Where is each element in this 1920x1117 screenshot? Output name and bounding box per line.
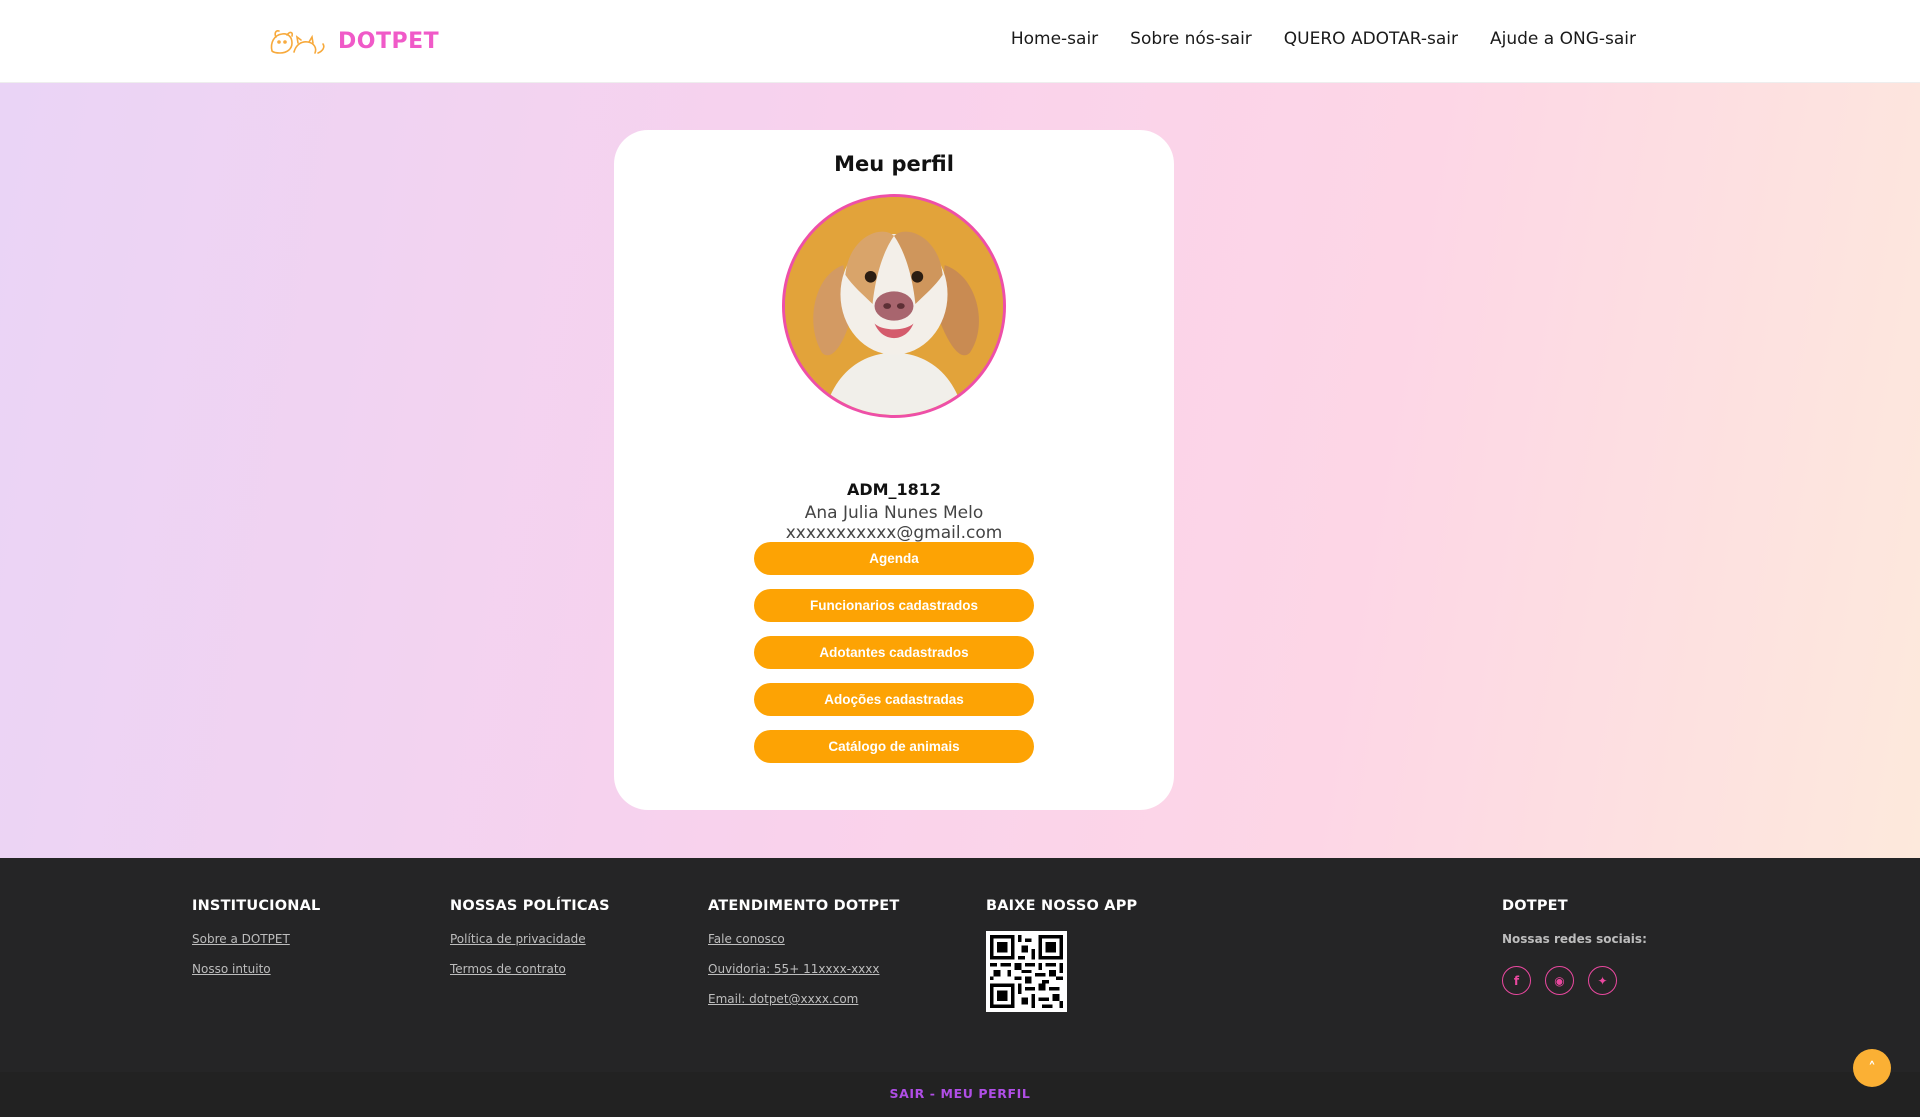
footer-heading: BAIXE NOSSO APP <box>986 898 1138 914</box>
footer-link-email[interactable]: Email: dotpet@xxxx.com <box>708 992 899 1006</box>
footer-link-ouvidoria[interactable]: Ouvidoria: 55+ 11xxxx-xxxx <box>708 962 899 976</box>
logo-text: DOTPET <box>338 28 440 54</box>
profile-card: Meu perfil ADM_1812 Ana Julia Nunes Melo… <box>614 130 1174 810</box>
profile-email: xxxxxxxxxxx@gmail.com <box>785 523 1003 543</box>
adotantes-button[interactable]: Adotantes cadastrados <box>754 636 1034 669</box>
footer-heading: DOTPET <box>1502 898 1568 914</box>
main-nav: Home-sair Sobre nós-sair QUERO ADOTAR-sa… <box>1011 29 1636 49</box>
twitter-icon[interactable]: ✦ <box>1588 966 1617 995</box>
dog-photo-icon <box>785 197 1003 415</box>
site-header: DOTPET Home-sair Sobre nós-sair QUERO AD… <box>0 0 1920 83</box>
footer-link-fale-conosco[interactable]: Fale conosco <box>708 932 899 946</box>
footer-link-intuito[interactable]: Nosso intuito <box>192 962 320 976</box>
dotpet-logo[interactable]: DOTPET <box>268 25 439 57</box>
footer-heading: NOSSAS POLÍTICAS <box>450 898 610 914</box>
social-links: f ◉ ✦ <box>1502 966 1647 995</box>
catalogo-button[interactable]: Catálogo de animais <box>754 730 1034 763</box>
avatar <box>782 194 1006 418</box>
instagram-icon[interactable]: ◉ <box>1545 966 1574 995</box>
footer-link-sobre[interactable]: Sobre a DOTPET <box>192 932 320 946</box>
nav-home[interactable]: Home-sair <box>1011 29 1098 49</box>
nav-ajude-ong[interactable]: Ajude a ONG-sair <box>1490 29 1636 49</box>
footer-heading: ATENDIMENTO DOTPET <box>708 898 900 914</box>
footer-heading: INSTITUCIONAL <box>192 898 321 914</box>
pets-logo-icon <box>270 30 325 54</box>
scroll-to-top-icon[interactable]: ˄ <box>1853 1049 1891 1087</box>
nav-quero-adotar[interactable]: QUERO ADOTAR-sair <box>1284 29 1458 49</box>
profile-section: Meu perfil ADM_1812 Ana Julia Nunes Melo… <box>0 83 1920 858</box>
footer-institucional: INSTITUCIONAL Sobre a DOTPET Nosso intui… <box>192 898 320 976</box>
footer-dotpet: DOTPET Nossas redes sociais: f ◉ ✦ <box>1502 898 1647 995</box>
bottom-link-sair[interactable]: SAIR - MEU PERFIL <box>889 1086 1030 1101</box>
footer-atendimento: ATENDIMENTO DOTPET Fale conosco Ouvidori… <box>708 898 899 1006</box>
nav-sobre-nos[interactable]: Sobre nós-sair <box>1130 29 1252 49</box>
funcionarios-button[interactable]: Funcionarios cadastrados <box>754 589 1034 622</box>
facebook-icon[interactable]: f <box>1502 966 1531 995</box>
footer-politicas: NOSSAS POLÍTICAS Política de privacidade… <box>450 898 610 976</box>
footer-link-termos[interactable]: Termos de contrato <box>450 962 610 976</box>
bottom-bar: SAIR - MEU PERFIL <box>0 1072 1920 1117</box>
footer-app: BAIXE NOSSO APP <box>986 898 1137 1012</box>
page-title: Meu perfil <box>834 152 954 176</box>
footer-link-privacidade[interactable]: Política de privacidade <box>450 932 610 946</box>
agenda-button[interactable]: Agenda <box>754 542 1034 575</box>
social-label: Nossas redes sociais: <box>1502 932 1647 946</box>
adocoes-button[interactable]: Adoções cadastradas <box>754 683 1034 716</box>
qr-code-icon[interactable] <box>986 931 1067 1012</box>
profile-username: ADM_1812 <box>846 480 942 499</box>
profile-full-name: Ana Julia Nunes Melo <box>804 503 984 523</box>
